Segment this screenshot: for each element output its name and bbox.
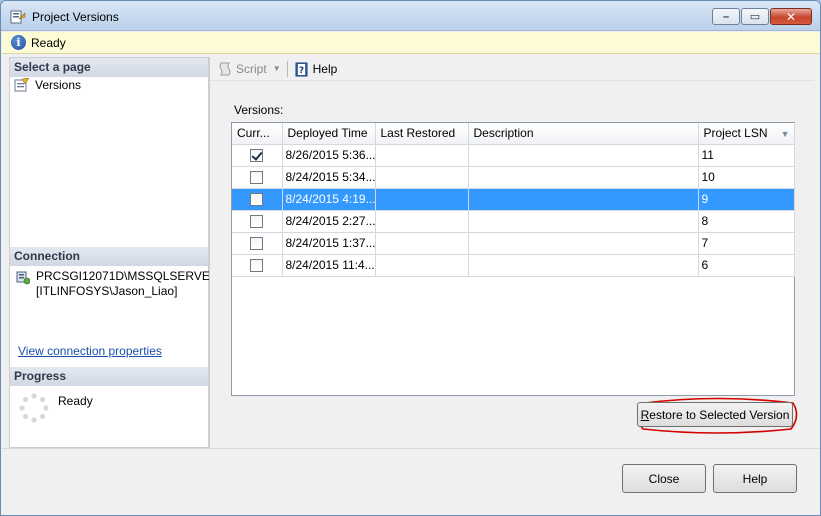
current-checkbox[interactable]	[250, 171, 264, 185]
project-lsn-cell: 6	[698, 254, 795, 277]
project-versions-dialog: Project Versions – ▭ ✕ i Ready Select a …	[0, 0, 821, 516]
last-restored-cell	[375, 254, 469, 277]
table-row[interactable]: 8/24/2015 5:34... 10	[232, 166, 795, 189]
window-controls: – ▭ ✕	[712, 8, 812, 25]
toolbar-separator	[286, 60, 288, 77]
deployed-time-cell: 8/24/2015 1:37...	[282, 232, 376, 255]
versions-label: Versions:	[234, 103, 284, 117]
close-window-button[interactable]: ✕	[770, 8, 812, 25]
current-cell	[232, 254, 283, 277]
description-cell	[468, 254, 699, 277]
column-header-deployed-time[interactable]: Deployed Time	[282, 123, 376, 145]
current-checkbox[interactable]	[250, 237, 264, 251]
close-button[interactable]: Close	[622, 464, 706, 493]
deployed-time-cell: 8/24/2015 2:27...	[282, 210, 376, 233]
column-header-project-lsn[interactable]: Project LSN ▼	[698, 123, 795, 145]
maximize-icon: ▭	[749, 11, 761, 23]
help-label: Help	[312, 61, 338, 76]
toolbar: Script ▼ ? Help	[210, 57, 814, 81]
column-header-description[interactable]: Description	[468, 123, 699, 145]
deployed-time-cell: 8/24/2015 11:4...	[282, 254, 376, 277]
table-row[interactable]: 8/26/2015 5:36... 11	[232, 144, 795, 167]
project-lsn-cell: 7	[698, 232, 795, 255]
restore-label: estore to Selected Version	[649, 407, 790, 422]
dropdown-arrow-icon[interactable]: ▼	[273, 64, 281, 73]
project-lsn-cell: 9	[698, 188, 795, 211]
info-icon: i	[11, 35, 26, 50]
script-button[interactable]: Script ▼	[214, 59, 284, 79]
page-icon	[14, 78, 30, 92]
status-text: Ready	[31, 36, 66, 50]
last-restored-cell	[375, 188, 469, 211]
current-cell	[232, 232, 283, 255]
description-cell	[468, 210, 699, 233]
deployed-time-cell: 8/26/2015 5:36...	[282, 144, 376, 167]
restore-to-selected-version-button[interactable]: Restore to Selected Version	[637, 402, 793, 427]
deployed-time-cell: 8/24/2015 5:34...	[282, 166, 376, 189]
current-checkbox[interactable]	[250, 215, 264, 229]
close-icon: ✕	[785, 9, 797, 24]
connection-header: Connection	[10, 247, 208, 266]
description-cell	[468, 166, 699, 189]
versions-grid: Curr... Deployed Time Last Restored Desc…	[231, 122, 795, 396]
script-icon	[219, 62, 231, 75]
restore-mnemonic: R	[640, 407, 650, 422]
table-row[interactable]: 8/24/2015 2:27... 8	[232, 210, 795, 233]
current-cell	[232, 166, 283, 189]
minimize-button[interactable]: –	[712, 8, 740, 25]
select-page-header: Select a page	[10, 58, 208, 77]
project-lsn-cell: 8	[698, 210, 795, 233]
grid-header-row: Curr... Deployed Time Last Restored Desc…	[232, 123, 795, 145]
column-header-current[interactable]: Curr...	[232, 123, 283, 145]
main-panel: Script ▼ ? Help Versions: Curr... Deploy…	[209, 57, 814, 448]
window-title: Project Versions	[32, 10, 119, 24]
progress-spinner-icon	[19, 393, 49, 423]
sidebar: Select a page Versions Connection PRCSGI…	[9, 57, 232, 448]
current-checkbox[interactable]	[250, 149, 264, 163]
script-label: Script	[236, 61, 267, 76]
last-restored-cell	[375, 210, 469, 233]
column-header-last-restored[interactable]: Last Restored	[375, 123, 469, 145]
ssis-project-icon	[10, 10, 26, 24]
project-lsn-cell: 10	[698, 166, 795, 189]
table-row[interactable]: 8/24/2015 1:37... 7	[232, 232, 795, 255]
current-cell	[232, 144, 283, 167]
status-banner: i Ready	[2, 32, 820, 54]
table-row[interactable]: 8/24/2015 4:19... 9	[232, 188, 795, 211]
current-cell	[232, 210, 283, 233]
maximize-button[interactable]: ▭	[741, 8, 769, 25]
project-lsn-label: Project LSN	[703, 126, 768, 141]
deployed-time-cell: 8/24/2015 4:19...	[282, 188, 376, 211]
table-row[interactable]: 8/24/2015 11:4... 6	[232, 254, 795, 277]
description-cell	[468, 232, 699, 255]
progress-header: Progress	[10, 367, 208, 386]
description-cell	[468, 188, 699, 211]
project-lsn-cell: 11	[698, 144, 795, 167]
description-cell	[468, 144, 699, 167]
last-restored-cell	[375, 166, 469, 189]
footer-divider	[2, 448, 820, 449]
svg-text:?: ?	[298, 66, 303, 76]
connection-info: PRCSGI12071D\MSSQLSERVER12 [ITLINFOSYS\J…	[36, 269, 232, 298]
toolbar-help-button[interactable]: ? Help	[291, 59, 341, 79]
sidebar-item-versions[interactable]: Versions	[14, 78, 81, 92]
current-checkbox[interactable]	[250, 193, 264, 207]
minimize-icon: –	[722, 10, 730, 23]
progress-status: Ready	[58, 394, 93, 408]
sort-descending-icon: ▼	[780, 129, 790, 139]
help-book-icon: ?	[295, 62, 308, 76]
last-restored-cell	[375, 232, 469, 255]
server-icon	[16, 271, 30, 285]
current-checkbox[interactable]	[250, 259, 264, 273]
current-cell	[232, 188, 283, 211]
last-restored-cell	[375, 144, 469, 167]
title-bar[interactable]: Project Versions – ▭ ✕	[1, 1, 820, 31]
sidebar-item-label: Versions	[35, 78, 82, 92]
view-connection-properties-link[interactable]: View connection properties	[18, 344, 162, 358]
help-button[interactable]: Help	[713, 464, 797, 493]
